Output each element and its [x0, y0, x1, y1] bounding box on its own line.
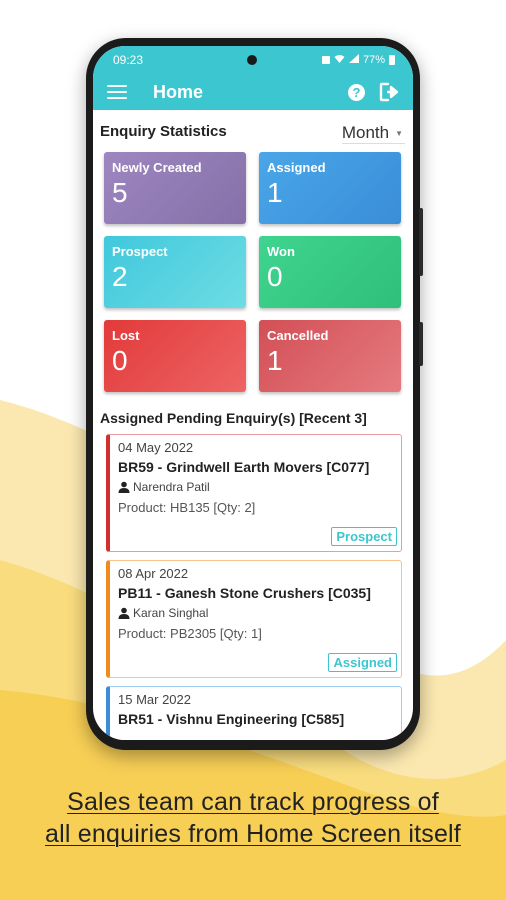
tile-prospect[interactable]: Prospect 2 — [104, 236, 246, 308]
wifi-icon — [334, 54, 345, 66]
person-icon — [118, 607, 130, 619]
tile-value: 0 — [267, 261, 283, 292]
tile-label: Assigned — [267, 160, 326, 175]
enquiry-person: Karan Singhal — [118, 606, 395, 620]
period-dropdown[interactable]: Month ▼ — [341, 123, 405, 144]
caption-line-1: Sales team can track progress of — [67, 788, 439, 816]
enquiry-person-name: Karan Singhal — [133, 606, 209, 620]
pending-title: Assigned Pending Enquiry(s) [Recent 3] — [100, 410, 367, 426]
enquiry-title: BR51 - Vishnu Engineering [C585] — [118, 711, 345, 727]
tile-label: Prospect — [112, 244, 168, 259]
enquiry-card[interactable]: 08 Apr 2022 PB11 - Ganesh Stone Crushers… — [106, 560, 402, 678]
status-badge: Prospect — [331, 527, 397, 546]
tile-value: 0 — [112, 345, 128, 376]
tile-label: Cancelled — [267, 328, 329, 343]
battery-percent: 77% — [362, 54, 385, 66]
logout-icon[interactable] — [379, 82, 401, 102]
enquiry-date: 08 Apr 2022 — [118, 566, 189, 581]
enquiry-title: BR59 - Grindwell Earth Movers [C077] — [118, 459, 370, 475]
enquiry-title: PB11 - Ganesh Stone Crushers [C035] — [118, 585, 371, 601]
status-time: 09:23 — [113, 53, 144, 67]
enquiry-card[interactable]: 15 Mar 2022 BR51 - Vishnu Engineering [C… — [106, 686, 402, 740]
stats-title: Enquiry Statistics — [100, 123, 227, 140]
enquiry-person: Narendra Patil — [118, 480, 395, 494]
camera-punch-hole — [247, 55, 257, 65]
power-button — [419, 322, 423, 366]
tile-label: Newly Created — [112, 160, 202, 175]
tile-value: 5 — [112, 177, 128, 208]
tile-value: 1 — [267, 345, 283, 376]
battery-icon — [389, 55, 395, 65]
page-title: Home — [153, 81, 204, 102]
phone-screen: 09:23 77% Home ? Enquiry Statistics Mont… — [93, 46, 413, 740]
status-icons: 77% — [321, 54, 395, 66]
menu-icon[interactable] — [107, 85, 127, 99]
enquiry-date: 04 May 2022 — [118, 440, 194, 455]
tile-assigned[interactable]: Assigned 1 — [259, 152, 401, 224]
home-content: Enquiry Statistics Month ▼ Newly Created… — [93, 110, 413, 740]
tile-newly-created[interactable]: Newly Created 5 — [104, 152, 246, 224]
caption-line-2: all enquiries from Home Screen itself — [45, 820, 461, 848]
enquiry-card[interactable]: 04 May 2022 BR59 - Grindwell Earth Mover… — [106, 434, 402, 552]
help-icon[interactable]: ? — [348, 83, 365, 101]
status-bar: 09:23 77% — [93, 46, 413, 74]
tile-lost[interactable]: Lost 0 — [104, 320, 246, 392]
enquiry-person-name: Narendra Patil — [133, 480, 210, 494]
app-bar: Home ? — [93, 74, 413, 110]
signal-icon — [348, 54, 359, 66]
tile-label: Lost — [112, 328, 140, 343]
volume-button — [419, 208, 423, 276]
person-icon — [118, 481, 130, 493]
status-badge: Assigned — [328, 653, 397, 672]
tile-won[interactable]: Won 0 — [259, 236, 401, 308]
tile-value: 2 — [112, 261, 128, 292]
enquiry-product: Product: HB135 [Qty: 2] — [118, 500, 256, 515]
enquiry-date: 15 Mar 2022 — [118, 692, 191, 707]
enquiry-product: Product: PB2305 [Qty: 1] — [118, 626, 262, 641]
tile-cancelled[interactable]: Cancelled 1 — [259, 320, 401, 392]
tile-value: 1 — [267, 177, 283, 208]
caret-down-icon: ▼ — [395, 128, 403, 138]
stats-grid: Newly Created 5 Assigned 1 Prospect 2 Wo… — [104, 152, 405, 392]
notification-icon — [321, 56, 330, 64]
period-value: Month — [341, 123, 390, 142]
stats-header: Enquiry Statistics Month ▼ — [100, 110, 405, 144]
tile-label: Won — [267, 244, 295, 259]
